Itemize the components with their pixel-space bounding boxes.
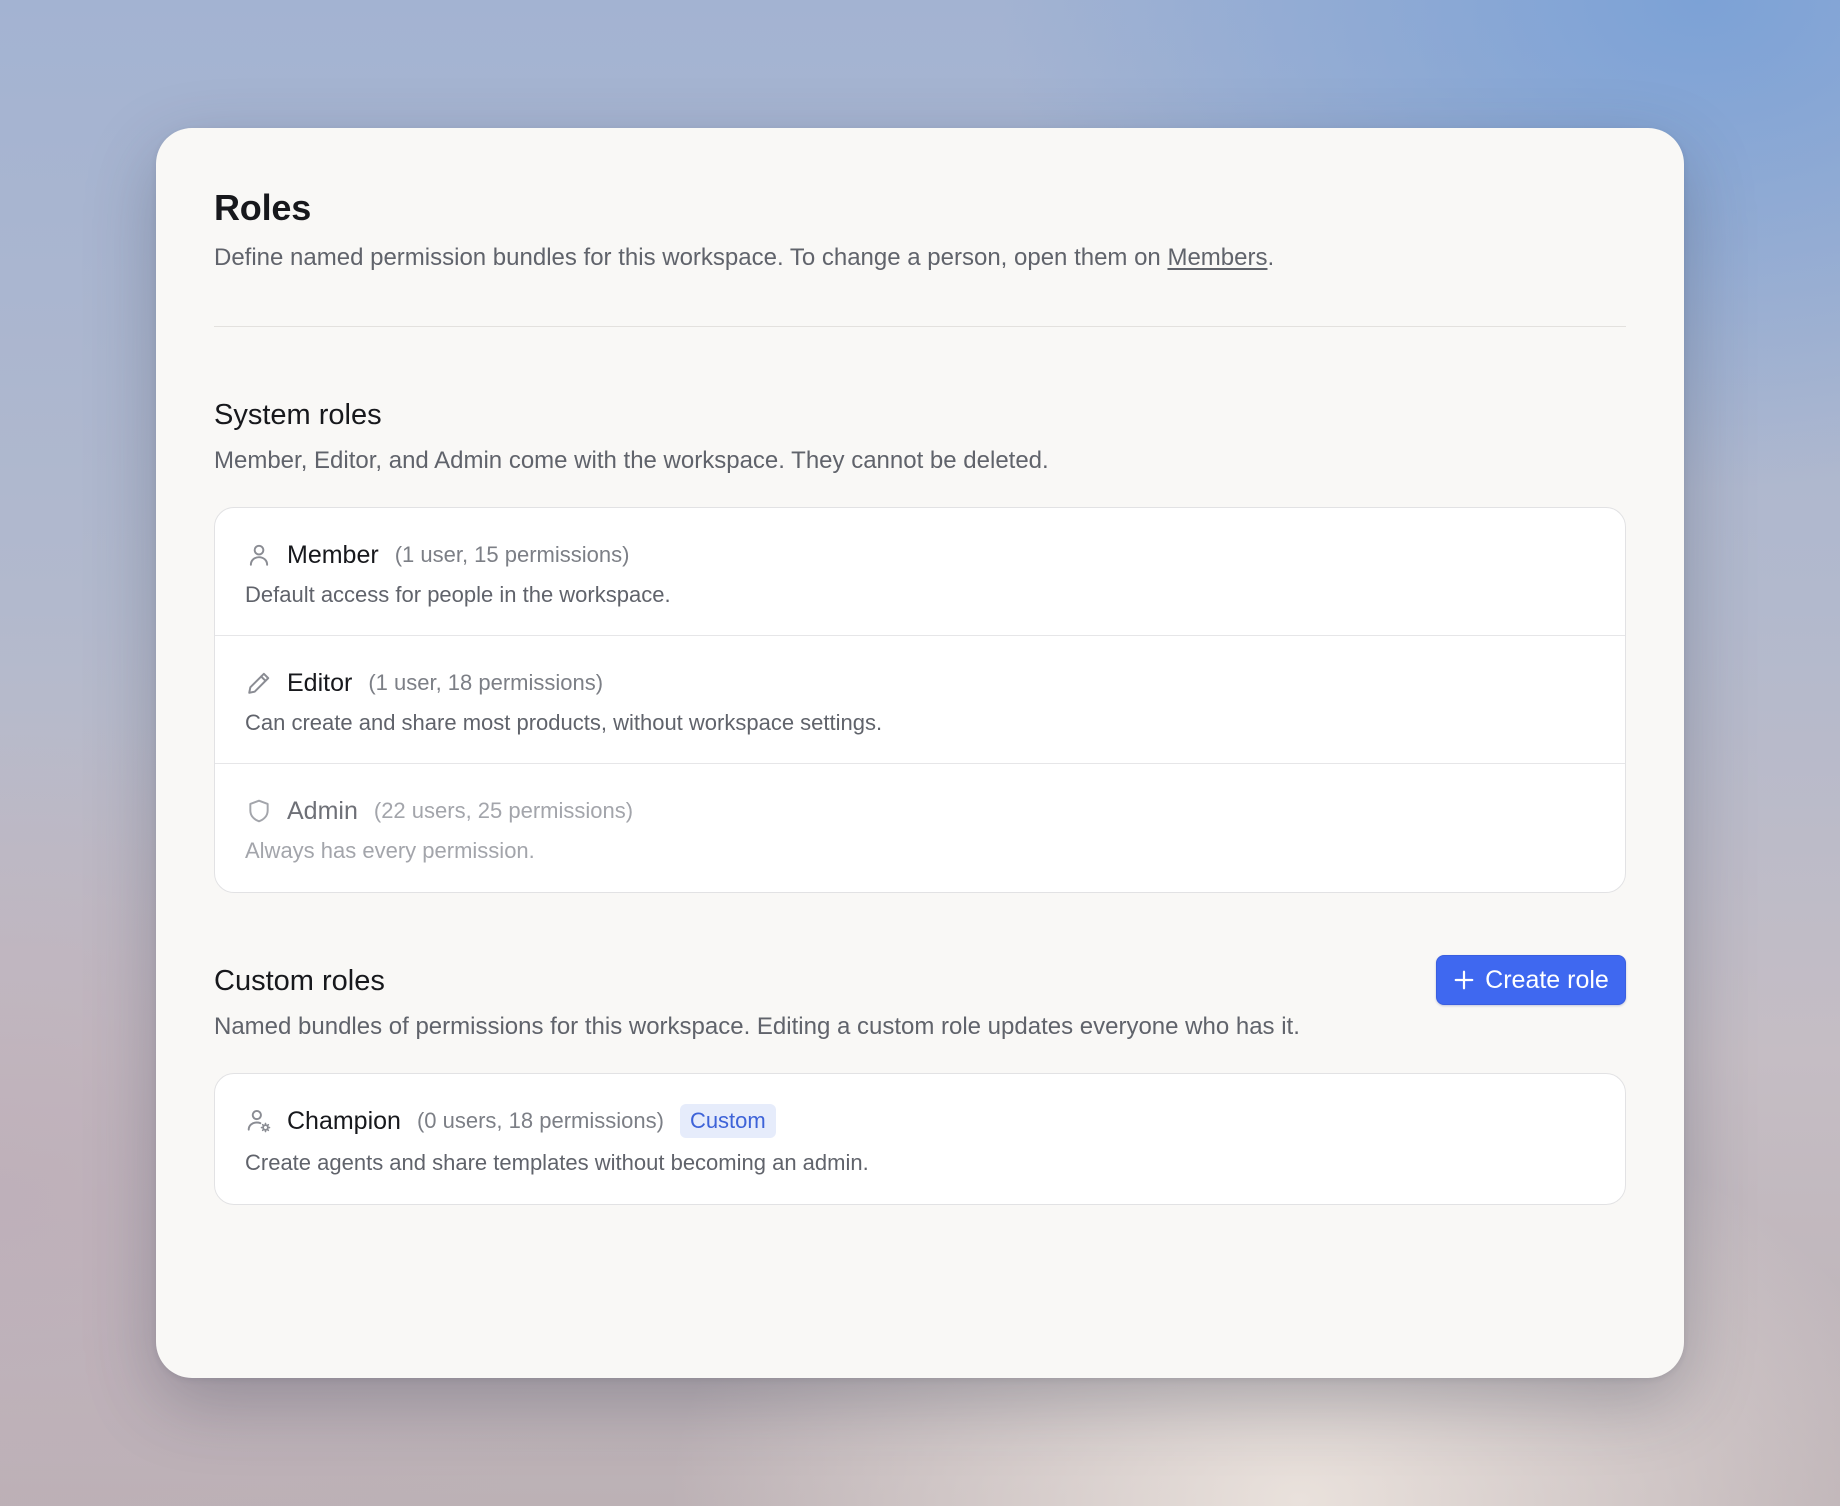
role-meta: (0 users, 18 permissions): [416, 1108, 664, 1133]
page-subtitle: Define named permission bundles for this…: [214, 242, 1626, 274]
create-role-button[interactable]: Create role: [1436, 955, 1626, 1005]
user-icon: [245, 541, 273, 569]
role-meta: (1 user, 18 permissions): [368, 670, 604, 695]
page-subtitle-text: Define named permission bundles for this…: [214, 244, 1168, 271]
page-subtitle-end: .: [1267, 244, 1275, 271]
page-title: Roles: [214, 187, 312, 228]
system-roles-header: System roles Member, Editor, and Admin c…: [214, 397, 1626, 477]
role-description: Default access for people in the workspa…: [245, 582, 671, 607]
role-name: Champion: [287, 1106, 401, 1135]
header-divider: [214, 326, 1626, 327]
role-row-admin[interactable]: Admin (22 users, 25 permissions) Always …: [215, 764, 1625, 892]
create-role-label: Create role: [1485, 965, 1609, 994]
custom-roles-header: Custom roles Named bundles of permission…: [214, 955, 1626, 1043]
role-meta: (1 user, 15 permissions): [394, 542, 630, 567]
role-description: Create agents and share templates withou…: [245, 1150, 869, 1175]
system-roles-subtitle: Member, Editor, and Admin come with the …: [214, 447, 1049, 474]
custom-roles-subtitle: Named bundles of permissions for this wo…: [214, 1013, 1300, 1040]
custom-badge: Custom: [679, 1104, 776, 1138]
role-row-member[interactable]: Member (1 user, 15 permissions) Default …: [215, 508, 1625, 636]
shield-icon: [245, 797, 273, 825]
role-name: Admin: [287, 796, 358, 825]
role-row-editor[interactable]: Editor (1 user, 18 permissions) Can crea…: [215, 636, 1625, 764]
user-gear-icon: [245, 1107, 273, 1135]
members-link[interactable]: Members: [1167, 244, 1267, 271]
system-roles-list: Member (1 user, 15 permissions) Default …: [214, 507, 1626, 893]
role-row-champion[interactable]: Champion (0 users, 18 permissions) Custo…: [215, 1074, 1625, 1204]
role-meta: (22 users, 25 permissions): [373, 798, 634, 823]
custom-roles-list: Champion (0 users, 18 permissions) Custo…: [214, 1073, 1626, 1205]
role-name: Editor: [287, 668, 353, 697]
role-name: Member: [287, 540, 379, 569]
pencil-icon: [245, 669, 273, 697]
roles-card: Roles Define named permission bundles fo…: [156, 128, 1684, 1378]
role-description: Always has every permission.: [245, 838, 535, 863]
custom-roles-title: Custom roles: [214, 965, 385, 997]
system-roles-title: System roles: [214, 399, 382, 431]
role-description: Can create and share most products, with…: [245, 710, 883, 735]
plus-icon: [1453, 969, 1475, 991]
